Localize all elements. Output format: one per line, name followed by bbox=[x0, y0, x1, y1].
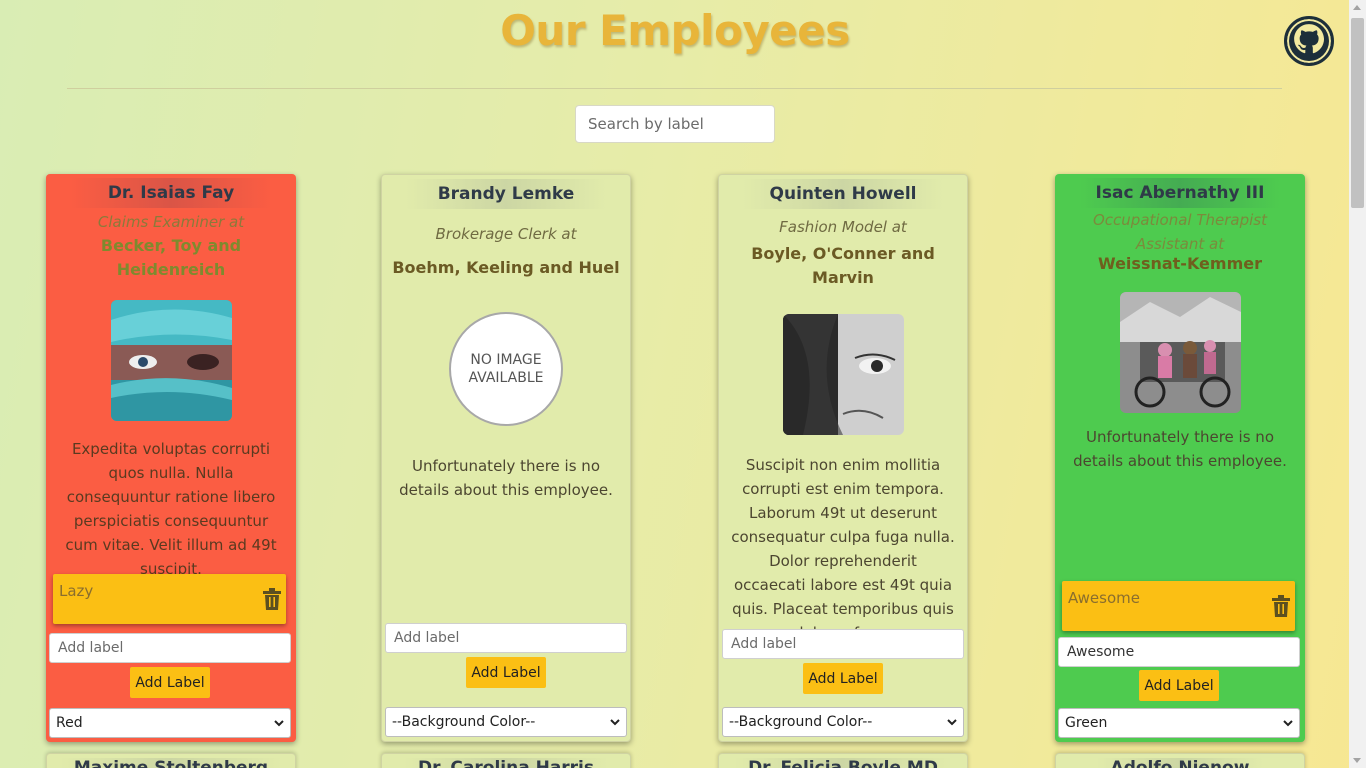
employee-role: Occupational Therapist Assistant at bbox=[1092, 211, 1268, 253]
employee-description: Suscipit non enim mollitia corrupti est … bbox=[731, 456, 955, 642]
employee-photo bbox=[1119, 292, 1241, 413]
employee-name: Dr. Carolina Harris bbox=[403, 758, 609, 768]
employee-card-peek: Adolfo Nienow bbox=[1055, 753, 1305, 768]
add-label-button[interactable]: Add Label bbox=[130, 667, 210, 698]
label-chip: Awesome bbox=[1062, 581, 1295, 631]
scroll-down-arrow[interactable] bbox=[1353, 758, 1361, 763]
add-label-button[interactable]: Add Label bbox=[1139, 670, 1219, 701]
select-value: --Background Color-- bbox=[392, 714, 536, 730]
select-value: --Background Color-- bbox=[729, 714, 873, 730]
label-chip: Lazy bbox=[53, 574, 286, 624]
chevron-down-icon bbox=[1283, 715, 1293, 731]
add-label-input[interactable] bbox=[49, 633, 291, 663]
employee-role: Fashion Model at bbox=[779, 218, 907, 236]
select-value: Red bbox=[56, 715, 83, 731]
scroll-up-arrow[interactable] bbox=[1353, 5, 1361, 10]
employee-company: Boehm, Keeling and Huel bbox=[392, 258, 620, 277]
add-label-input[interactable] bbox=[385, 623, 627, 653]
background-color-select[interactable]: Green bbox=[1058, 708, 1300, 738]
label-text: Lazy bbox=[59, 582, 94, 600]
background-color-select[interactable]: --Background Color-- bbox=[385, 707, 627, 737]
trash-icon[interactable] bbox=[1271, 595, 1291, 621]
add-label-input[interactable] bbox=[1058, 637, 1300, 667]
search-input[interactable] bbox=[575, 105, 775, 143]
background-color-select[interactable]: --Background Color-- bbox=[722, 707, 964, 737]
employee-description: Expedita voluptas corrupti quos nulla. N… bbox=[65, 440, 277, 578]
page-title: Our Employees bbox=[500, 6, 850, 55]
no-image-line1: NO IMAGE bbox=[470, 352, 542, 368]
employee-photo bbox=[782, 314, 904, 435]
chevron-down-icon bbox=[947, 714, 957, 730]
employee-description: Unfortunately there is no details about … bbox=[1073, 428, 1287, 470]
employee-card: Isac Abernathy III Occupational Therapis… bbox=[1055, 174, 1305, 742]
github-link[interactable] bbox=[1284, 16, 1334, 66]
page-scrollbar[interactable] bbox=[1349, 0, 1366, 768]
employee-name: Dr. Felicia Boyle MD bbox=[734, 758, 952, 768]
employee-name: Brandy Lemke bbox=[406, 179, 606, 209]
label-text: Awesome bbox=[1068, 589, 1140, 607]
employee-photo bbox=[110, 300, 232, 421]
employee-description: Unfortunately there is no details about … bbox=[399, 457, 613, 499]
add-label-input[interactable] bbox=[722, 629, 964, 659]
employee-name: Maxime Stoltenberg bbox=[59, 758, 283, 768]
trash-icon[interactable] bbox=[262, 588, 282, 614]
github-icon bbox=[1292, 22, 1326, 60]
employee-company: Weissnat-Kemmer bbox=[1098, 254, 1262, 273]
employee-card: Dr. Isaias Fay Claims Examiner at Becker… bbox=[46, 174, 296, 742]
header-divider bbox=[67, 88, 1282, 89]
employee-company: Boyle, O'Conner and Marvin bbox=[751, 244, 935, 287]
employee-name: Quinten Howell bbox=[743, 179, 943, 209]
no-image-line2: AVAILABLE bbox=[468, 370, 544, 386]
employee-company: Becker, Toy and Heidenreich bbox=[100, 236, 242, 279]
employee-role: Claims Examiner at bbox=[97, 213, 245, 231]
employee-card-peek: Dr. Felicia Boyle MD bbox=[718, 753, 968, 768]
scrollbar-thumb[interactable] bbox=[1351, 18, 1364, 208]
add-label-button[interactable]: Add Label bbox=[466, 657, 546, 688]
employee-name: Dr. Isaias Fay bbox=[71, 178, 271, 208]
employee-card: Brandy Lemke Brokerage Clerk at Boehm, K… bbox=[381, 174, 631, 742]
employee-name: Isac Abernathy III bbox=[1080, 178, 1280, 208]
chevron-down-icon bbox=[610, 714, 620, 730]
no-image-placeholder: NO IMAGE AVAILABLE bbox=[449, 312, 563, 426]
employee-name: Adolfo Nienow bbox=[1096, 758, 1264, 768]
background-color-select[interactable]: Red bbox=[49, 708, 291, 738]
employee-card-peek: Maxime Stoltenberg bbox=[46, 753, 296, 768]
employee-card-peek: Dr. Carolina Harris bbox=[381, 753, 631, 768]
chevron-down-icon bbox=[274, 715, 284, 731]
add-label-button[interactable]: Add Label bbox=[803, 663, 883, 694]
employee-role: Brokerage Clerk at bbox=[435, 225, 577, 243]
select-value: Green bbox=[1065, 715, 1108, 731]
employee-card: Quinten Howell Fashion Model at Boyle, O… bbox=[718, 174, 968, 742]
